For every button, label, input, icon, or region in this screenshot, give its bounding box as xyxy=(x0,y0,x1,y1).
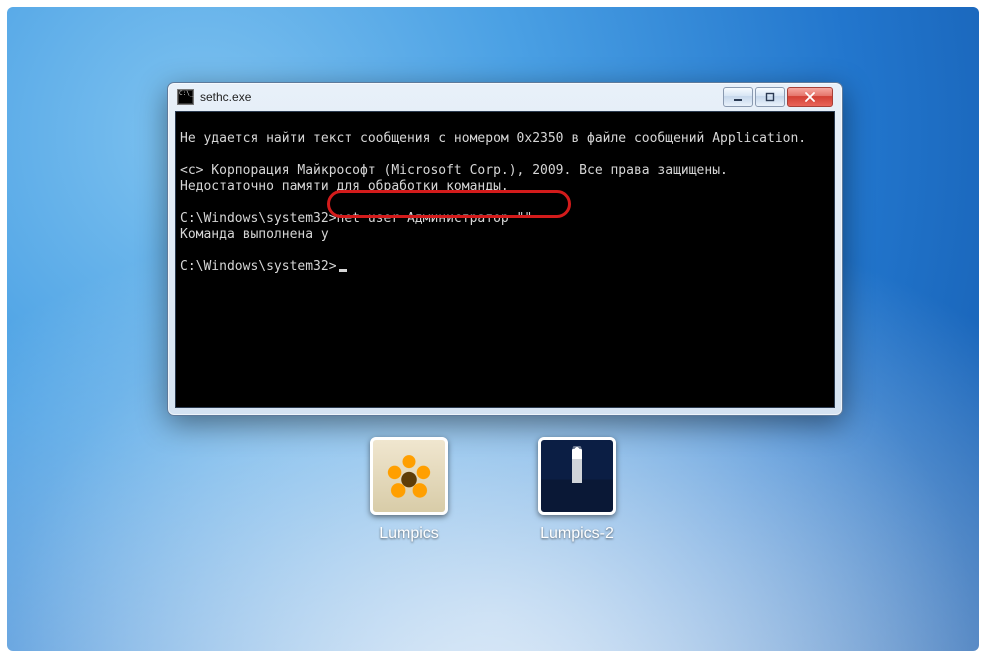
account-row: Lumpics Lumpics-2 xyxy=(7,437,979,543)
terminal-line: Недостаточно памяти для обработки команд… xyxy=(180,179,509,194)
terminal-output[interactable]: Не удается найти текст сообщения с номер… xyxy=(175,111,835,408)
account-name: Lumpics-2 xyxy=(540,525,614,543)
maximize-button[interactable] xyxy=(755,87,785,107)
window-controls xyxy=(723,87,833,107)
account-name: Lumpics xyxy=(379,525,439,543)
close-button[interactable] xyxy=(787,87,833,107)
terminal-line: Команда выполнена у xyxy=(180,227,329,242)
terminal-line: C:\Windows\system32> xyxy=(180,259,347,274)
avatar xyxy=(370,437,448,515)
terminal-line: <c> Корпорация Майкрософт (Microsoft Cor… xyxy=(180,163,728,178)
account-lumpics-2[interactable]: Lumpics-2 xyxy=(538,437,616,543)
window-title: sethc.exe xyxy=(200,90,251,104)
avatar xyxy=(538,437,616,515)
account-lumpics[interactable]: Lumpics xyxy=(370,437,448,543)
logon-screen: sethc.exe Не удается найти текст сообщен… xyxy=(7,7,979,651)
terminal-line: Не удается найти текст сообщения с номер… xyxy=(180,131,806,146)
console-window: sethc.exe Не удается найти текст сообщен… xyxy=(167,82,843,416)
minimize-button[interactable] xyxy=(723,87,753,107)
titlebar[interactable]: sethc.exe xyxy=(175,83,835,111)
cursor-icon xyxy=(339,269,347,272)
terminal-line: C:\Windows\system32>net user Администрат… xyxy=(180,211,532,226)
cmd-icon xyxy=(177,89,194,105)
